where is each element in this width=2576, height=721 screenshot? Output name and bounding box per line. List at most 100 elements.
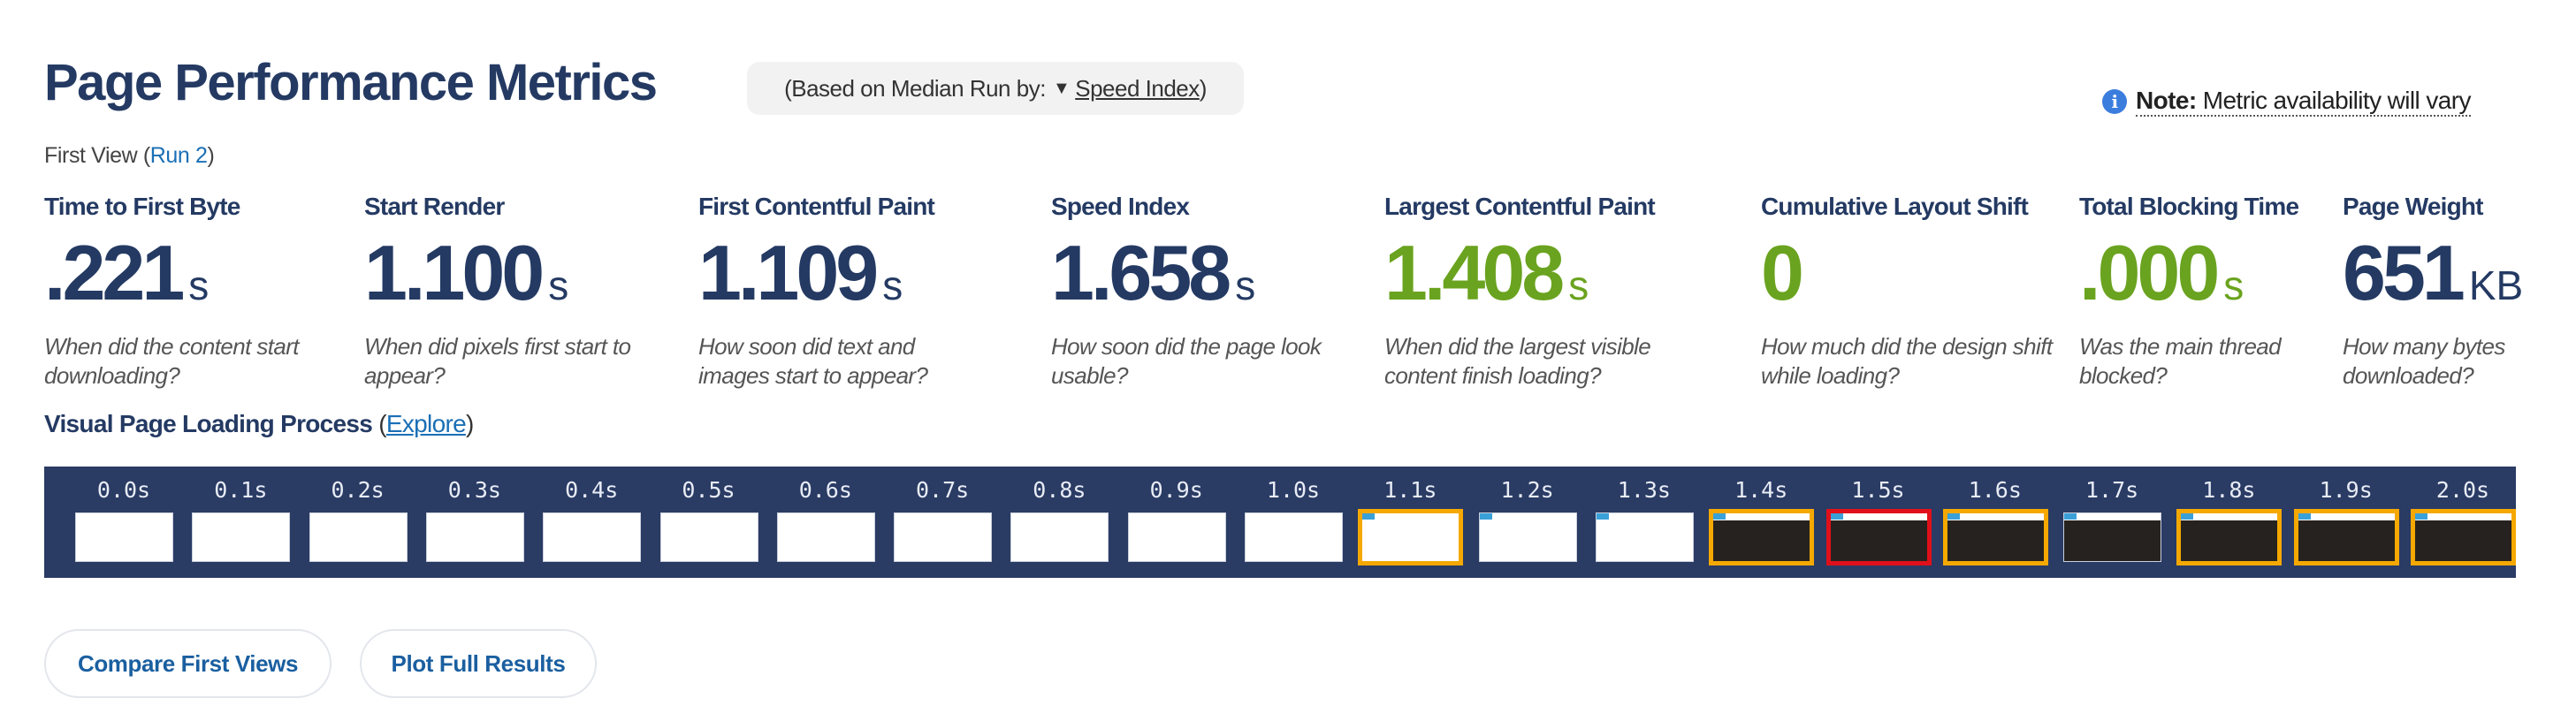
- metric-number: 0: [1761, 229, 1804, 316]
- metric-unit: s: [2223, 262, 2244, 308]
- plot-full-results-button[interactable]: Plot Full Results: [360, 629, 597, 698]
- frame-time: 1.4s: [1734, 477, 1788, 503]
- metric-label: Speed Index: [1051, 193, 1190, 220]
- frame-thumbnail[interactable]: [776, 512, 875, 562]
- frame-thumbnail[interactable]: [659, 512, 758, 562]
- metric-value: .000 s: [2079, 233, 2380, 313]
- metric-description: How soon did the page look usable?: [1051, 333, 1322, 389]
- frame-thumbnail[interactable]: [192, 512, 291, 562]
- info-icon: i: [2102, 89, 2127, 114]
- filmstrip-frame[interactable]: 0.3s: [422, 467, 528, 578]
- frame-thumbnail[interactable]: [1942, 509, 2048, 565]
- median-run-selector[interactable]: (Based on Median Run by: ▼ Speed Index ): [747, 62, 1244, 115]
- note-text: Metric availability will vary: [2202, 87, 2472, 114]
- metric-description: When did pixels first start to appear?: [364, 333, 631, 389]
- filmstrip-frame[interactable]: 0.9s: [1124, 467, 1230, 578]
- filmstrip-frame[interactable]: 1.7s: [2059, 467, 2165, 578]
- filmstrip-frame[interactable]: 0.2s: [305, 467, 411, 578]
- filmstrip-frame[interactable]: 1.5s: [1825, 467, 1932, 578]
- metric-description: How soon did text and images start to ap…: [698, 333, 928, 389]
- filmstrip-frame[interactable]: 0.1s: [187, 467, 293, 578]
- metric-largest-contentful-paint: Largest Contentful Paint 1.408 s When did…: [1384, 193, 1685, 391]
- dropdown-arrow-icon: ▼: [1052, 78, 1071, 98]
- median-metric-link[interactable]: Speed Index: [1075, 75, 1200, 102]
- frame-thumbnail[interactable]: [2063, 512, 2162, 562]
- metric-number: 1.658: [1051, 229, 1231, 316]
- metric-unit: s: [548, 262, 569, 308]
- metric-value: 1.658 s: [1051, 233, 1352, 313]
- explore-link[interactable]: Explore: [386, 410, 467, 437]
- filmstrip-frame[interactable]: 0.7s: [889, 467, 995, 578]
- filmstrip-frame[interactable]: 1.9s: [2293, 467, 2399, 578]
- frame-time: 1.9s: [2319, 477, 2373, 503]
- first-view-text: First View (: [44, 143, 150, 168]
- metric-label: Cumulative Layout Shift: [1761, 193, 2029, 220]
- frame-time: 2.0s: [2435, 477, 2490, 503]
- paren: (: [372, 410, 386, 437]
- filmstrip-frame[interactable]: 0.8s: [1006, 467, 1112, 578]
- metric-time-to-first-byte: Time to First Byte .221 s When did the co…: [44, 193, 345, 391]
- frame-time: 0.8s: [1033, 477, 1086, 503]
- metric-number: 651: [2343, 229, 2465, 316]
- frame-time: 0.5s: [682, 477, 735, 503]
- metric-total-blocking-time: Total Blocking Time .000 s Was the main t…: [2079, 193, 2380, 391]
- compare-first-views-button[interactable]: Compare First Views: [44, 629, 332, 698]
- frame-thumbnail[interactable]: [1358, 509, 1464, 565]
- metric-unit: KB: [2468, 262, 2524, 308]
- frame-thumbnail[interactable]: [1595, 512, 1694, 562]
- frame-thumbnail[interactable]: [1709, 509, 1815, 565]
- frame-time: 1.6s: [1968, 477, 2022, 503]
- filmstrip-frame[interactable]: 0.6s: [773, 467, 879, 578]
- frame-time: 0.4s: [565, 477, 619, 503]
- filmstrip-frame[interactable]: 1.2s: [1475, 467, 1581, 578]
- view-label: First View (Run 2): [44, 143, 215, 169]
- filmstrip-frame[interactable]: 0.5s: [656, 467, 762, 578]
- frame-thumbnail[interactable]: [1010, 512, 1109, 562]
- frame-thumbnail[interactable]: [309, 512, 408, 562]
- metric-description: When did the content start downloading?: [44, 333, 300, 389]
- paren: ): [465, 410, 474, 437]
- filmstrip-frame[interactable]: 0.0s: [71, 467, 177, 578]
- frame-thumbnail[interactable]: [2411, 509, 2516, 565]
- frame-time: 1.5s: [1851, 477, 1905, 503]
- frame-thumbnail[interactable]: [543, 512, 642, 562]
- frame-thumbnail[interactable]: [425, 512, 524, 562]
- filmstrip-frame[interactable]: 1.0s: [1240, 467, 1346, 578]
- paren: ): [207, 143, 215, 168]
- metric-note[interactable]: i Note: Metric availability will vary: [2102, 87, 2471, 117]
- frame-thumbnail[interactable]: [1127, 512, 1226, 562]
- filmstrip-frame[interactable]: 0.4s: [538, 467, 644, 578]
- frame-thumbnail[interactable]: [2176, 509, 2283, 565]
- frame-thumbnail[interactable]: [894, 512, 993, 562]
- metric-number: 1.109: [698, 229, 879, 316]
- metric-value: 1.100 s: [364, 233, 665, 313]
- frame-thumbnail[interactable]: [1825, 509, 1932, 565]
- filmstrip-frame[interactable]: 1.3s: [1591, 467, 1697, 578]
- metric-label: Page Weight: [2343, 193, 2484, 220]
- frame-time: 0.1s: [214, 477, 268, 503]
- filmstrip-frame[interactable]: 2.0s: [2410, 467, 2516, 578]
- filmstrip-frame[interactable]: 1.4s: [1708, 467, 1815, 578]
- metric-unit: s: [188, 262, 210, 308]
- frame-thumbnail[interactable]: [75, 512, 173, 562]
- frame-time: 1.2s: [1500, 477, 1554, 503]
- median-suffix: ): [1199, 74, 1208, 102]
- frame-thumbnail[interactable]: [1245, 512, 1343, 562]
- frame-thumbnail[interactable]: [1478, 512, 1577, 562]
- frame-time: 1.1s: [1383, 477, 1437, 503]
- frame-time: 0.3s: [447, 477, 501, 503]
- frame-time: 1.3s: [1617, 477, 1671, 503]
- filmstrip-frame[interactable]: 1.1s: [1357, 467, 1464, 578]
- metric-value: .221 s: [44, 233, 345, 313]
- run-link[interactable]: Run 2: [150, 143, 208, 168]
- metric-label: Largest Contentful Paint: [1384, 193, 1656, 220]
- visual-title: Visual Page Loading Process: [44, 410, 373, 437]
- filmstrip-frame[interactable]: 1.6s: [1942, 467, 2048, 578]
- metric-first-contentful-paint: First Contentful Paint 1.109 s How soon d…: [698, 193, 999, 391]
- filmstrip-frame[interactable]: 1.8s: [2176, 467, 2283, 578]
- metric-value: 651 KB: [2343, 233, 2576, 313]
- metric-number: 1.100: [364, 229, 545, 316]
- frame-time: 1.7s: [2084, 477, 2139, 503]
- frame-thumbnail[interactable]: [2293, 509, 2399, 565]
- filmstrip[interactable]: 0.0s 0.1s 0.2s 0.3s 0.4s 0.5s 0.6s 0.7s 0.8s 0.9s…: [44, 467, 2516, 578]
